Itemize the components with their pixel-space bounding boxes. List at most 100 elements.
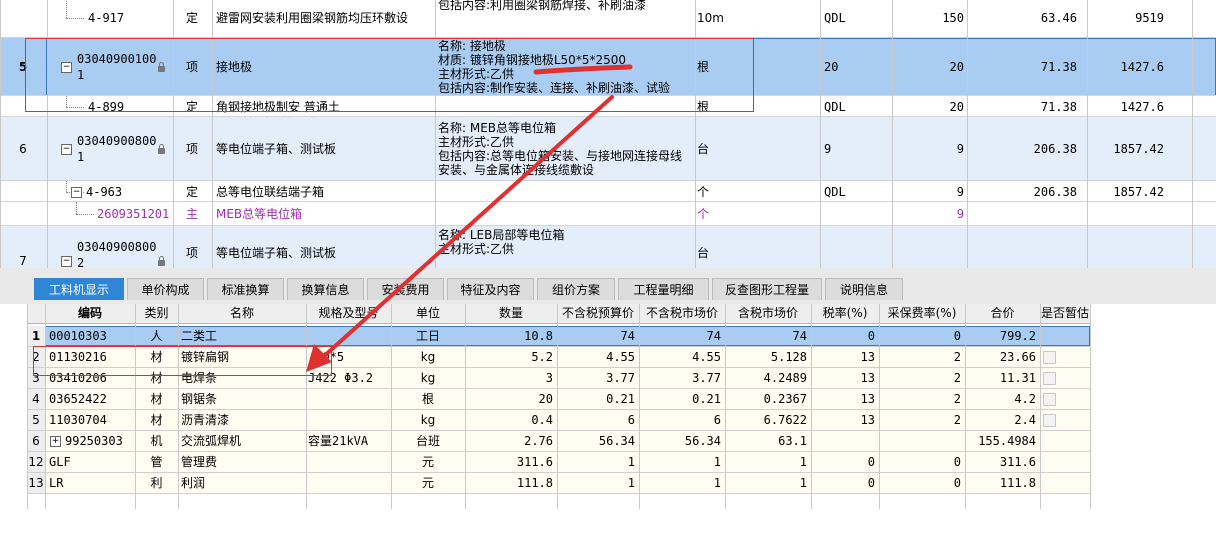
- grid-tax_market: 4.2489: [763, 371, 807, 385]
- provisional-checkbox[interactable]: [1043, 393, 1056, 406]
- grid-total: 4.2: [1014, 392, 1036, 406]
- grid-budget: 1: [627, 455, 635, 469]
- grid-code: 11030704: [49, 413, 107, 427]
- provisional-checkbox[interactable]: [1043, 414, 1056, 427]
- collapse-toggle-icon[interactable]: −: [71, 186, 82, 198]
- grid-tax_rate: 0: [867, 329, 875, 343]
- grid-code: 01130216: [49, 350, 107, 364]
- grid-qty: 311.6: [516, 455, 553, 469]
- row-quantity: 20: [949, 60, 964, 74]
- row-total-price: 1857.42: [1113, 184, 1164, 199]
- row-quantity-expression: QDL: [824, 184, 846, 199]
- grid-market: 4.55: [692, 350, 721, 364]
- grid-qty: 3: [545, 371, 553, 385]
- grid-fee_rate: 0: [953, 476, 961, 490]
- grid-code: 00010303: [49, 329, 107, 343]
- row-total-price: 1857.42: [1113, 142, 1164, 156]
- tab-7[interactable]: 工程量明细: [618, 278, 709, 300]
- grid-header-5[interactable]: 数量: [465, 304, 557, 323]
- collapse-toggle-icon[interactable]: −: [61, 256, 72, 267]
- lock-icon: [158, 62, 165, 72]
- header-divider: [27, 323, 1090, 324]
- collapse-toggle-icon[interactable]: −: [61, 62, 72, 73]
- grid-header-10[interactable]: 采保费率(%): [879, 304, 965, 323]
- column-divider: [212, 0, 213, 268]
- grid-budget: 1: [627, 476, 635, 490]
- grid-fee_rate: [879, 431, 961, 451]
- provisional-checkbox[interactable]: [1043, 372, 1056, 385]
- row-unit: 个: [697, 184, 710, 199]
- grid-unit: kg: [420, 413, 436, 427]
- grid-header-4[interactable]: 单位: [391, 304, 465, 323]
- grid-header-12[interactable]: 是否暂估: [1040, 304, 1090, 323]
- column-divider: [892, 0, 893, 268]
- grid-tax_rate: 13: [860, 371, 875, 385]
- grid-column-divider: [135, 304, 136, 509]
- grid-header-1[interactable]: 类别: [135, 304, 178, 323]
- grid-unit: kg: [420, 350, 436, 364]
- row-quantity-expression: QDL: [824, 10, 846, 25]
- grid-category: 材: [150, 413, 163, 427]
- row-quantity: 150: [942, 10, 964, 25]
- grid-category: 利: [150, 476, 163, 490]
- grid-unit: 元: [421, 455, 434, 469]
- row-quantity: 9: [956, 184, 964, 199]
- tab-1[interactable]: 单价构成: [127, 278, 204, 300]
- grid-header-8[interactable]: 含税市场价: [725, 304, 811, 323]
- grid-tax_market: 5.128: [770, 350, 807, 364]
- row-name: 接地极: [216, 60, 253, 74]
- tab-5[interactable]: 特征及内容: [447, 278, 534, 300]
- grid-header-3[interactable]: 规格及型号: [306, 304, 391, 323]
- tree-connector: [76, 202, 77, 214]
- collapse-toggle-icon[interactable]: −: [61, 144, 72, 155]
- tab-3[interactable]: 换算信息: [287, 278, 364, 300]
- row-number: 7: [19, 254, 27, 268]
- grid-code: LR: [49, 476, 64, 490]
- grid-tax_rate: 0: [867, 476, 875, 490]
- grid-spec: J422 Φ3.2: [308, 371, 374, 385]
- row-number: 6: [19, 142, 27, 156]
- row-name: 等电位端子箱、测试板: [216, 246, 337, 260]
- row-quantity-expression: 20: [824, 60, 839, 74]
- provisional-checkbox[interactable]: [1043, 351, 1056, 364]
- grid-header-11[interactable]: 合价: [965, 304, 1040, 323]
- grid-column-divider: [1040, 304, 1041, 509]
- grid-header-9[interactable]: 税率(%): [811, 304, 879, 323]
- grid-category: 材: [150, 371, 163, 385]
- grid-tax_market: 6.7622: [763, 413, 807, 427]
- tab-9[interactable]: 说明信息: [825, 278, 903, 300]
- grid-column-divider: [811, 304, 812, 509]
- grid-tax_market: 1: [799, 455, 807, 469]
- column-divider: [967, 0, 968, 268]
- row-quantity: 9: [956, 142, 964, 156]
- grid-header-2[interactable]: 名称: [178, 304, 306, 323]
- item-code-line2: 1: [77, 150, 85, 164]
- grid-header-6[interactable]: 不含税预算价: [557, 304, 639, 323]
- grid-market: 0.21: [692, 392, 721, 406]
- grid-column-divider: [879, 304, 880, 509]
- grid-code: GLF: [49, 455, 71, 469]
- table-row[interactable]: [0, 202, 1216, 226]
- tab-4[interactable]: 安装费用: [367, 278, 444, 300]
- grid-qty: 2.76: [524, 434, 553, 448]
- tab-6[interactable]: 组价方案: [537, 278, 615, 300]
- grid-row-divider: [27, 493, 1090, 494]
- tab-8[interactable]: 反查图形工程量: [712, 278, 822, 300]
- grid-header-0[interactable]: 编码: [45, 304, 135, 323]
- grid-column-divider: [639, 304, 640, 509]
- grid-total: 155.4984: [978, 434, 1036, 448]
- grid-column-divider: [465, 304, 466, 509]
- table-row[interactable]: [0, 226, 1216, 268]
- grid-column-divider: [725, 304, 726, 509]
- grid-fee_rate: 2: [953, 350, 961, 364]
- tab-0[interactable]: 工料机显示: [34, 278, 124, 300]
- grid-tax_rate: 0: [867, 455, 875, 469]
- feature-description-line: 材质: 镀锌角钢接地极L50*5*2500: [438, 53, 626, 67]
- lock-icon: [158, 256, 165, 266]
- tab-2[interactable]: 标准换算: [207, 278, 284, 300]
- expand-toggle-icon[interactable]: +: [50, 436, 61, 447]
- grid-header-7[interactable]: 不含税市场价: [639, 304, 725, 323]
- row-name: 角钢接地极制安 普通土: [216, 99, 340, 114]
- grid-tax_rate: 13: [860, 350, 875, 364]
- grid-fee_rate: 0: [953, 329, 961, 343]
